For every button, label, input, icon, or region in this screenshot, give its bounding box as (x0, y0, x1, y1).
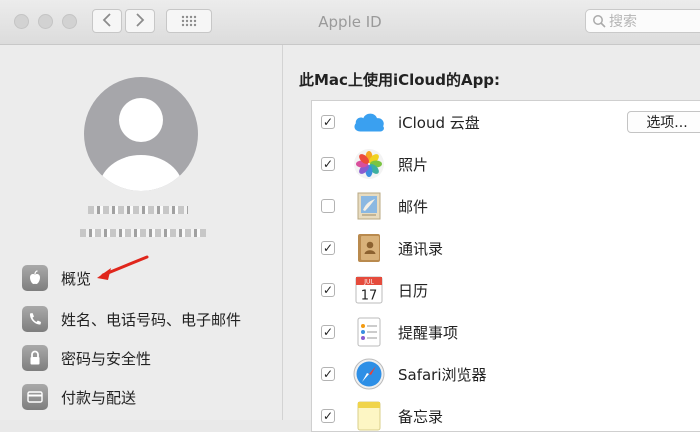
title-bar: Apple ID 搜索 (0, 0, 700, 45)
list-item-notes: ✓ 备忘录 (312, 395, 700, 431)
checkbox-contacts[interactable]: ✓ (321, 241, 335, 255)
list-item-icloud-drive: ✓ iCloud 云盘 选项... (312, 101, 700, 143)
sidebar-item-contact-info[interactable]: 姓名、电话号码、电子邮件 (22, 303, 241, 335)
sidebar-item-label: 姓名、电话号码、电子邮件 (61, 310, 242, 329)
list-item-mail: 邮件 (312, 185, 700, 227)
list-item-safari: ✓ Safari浏览器 (312, 353, 700, 395)
contacts-icon (352, 231, 386, 265)
checkbox-photos[interactable]: ✓ (321, 157, 335, 171)
notes-icon (352, 399, 386, 431)
redacted-email (80, 229, 206, 237)
sidebar-item-label: 密码与安全性 (61, 349, 152, 368)
apple-icon (22, 265, 48, 291)
app-label: 提醒事项 (398, 323, 459, 342)
app-label: iCloud 云盘 (398, 113, 480, 132)
app-label: 日历 (398, 281, 429, 300)
sidebar-item-password-security[interactable]: 密码与安全性 (22, 342, 151, 374)
calendar-icon-day: 17 (361, 289, 378, 304)
sidebar-item-label: 概览 (61, 269, 92, 288)
search-icon (592, 14, 606, 28)
redacted-name (88, 206, 188, 214)
main-panel: 此Mac上使用iCloud的App: ✓ iCloud 云盘 选项... ✓ 照… (283, 45, 700, 432)
person-silhouette-icon (99, 98, 183, 191)
phone-icon (22, 306, 48, 332)
avatar[interactable] (84, 77, 198, 191)
options-button[interactable]: 选项... (627, 111, 700, 133)
checkbox-safari[interactable]: ✓ (321, 367, 335, 381)
list-item-photos: ✓ 照片 (312, 143, 700, 185)
calendar-icon: JUL 17 (352, 273, 386, 307)
app-label: 备忘录 (398, 407, 444, 426)
lock-icon (22, 345, 48, 371)
app-label: Safari浏览器 (398, 365, 487, 384)
app-label: 照片 (398, 155, 429, 174)
search-placeholder: 搜索 (609, 14, 637, 30)
safari-icon (352, 357, 386, 391)
list-item-reminders: ✓ 提醒事项 (312, 311, 700, 353)
checkbox-notes[interactable]: ✓ (321, 409, 335, 423)
app-label: 邮件 (398, 197, 429, 216)
photos-icon (352, 147, 386, 181)
list-item-contacts: ✓ 通讯录 (312, 227, 700, 269)
icloud-drive-icon (352, 105, 386, 139)
reminders-icon (352, 315, 386, 349)
list-item-calendar: ✓ JUL 17 日历 (312, 269, 700, 311)
sidebar-item-overview[interactable]: 概览 (22, 262, 91, 294)
search-input[interactable]: 搜索 (585, 9, 700, 33)
card-icon (22, 384, 48, 410)
checkbox-mail[interactable] (321, 199, 335, 213)
calendar-icon-month: JUL (363, 279, 374, 286)
checkbox-icloud-drive[interactable]: ✓ (321, 115, 335, 129)
app-list: ✓ iCloud 云盘 选项... ✓ 照片 邮件 ✓ 通讯录 ✓ JUL 17… (311, 100, 700, 432)
checkbox-calendar[interactable]: ✓ (321, 283, 335, 297)
mail-icon (352, 189, 386, 223)
sidebar-item-label: 付款与配送 (61, 388, 137, 407)
app-label: 通讯录 (398, 239, 444, 258)
checkbox-reminders[interactable]: ✓ (321, 325, 335, 339)
annotation-arrow-icon (97, 255, 149, 280)
section-title: 此Mac上使用iCloud的App: (299, 71, 501, 89)
sidebar-item-payment-shipping[interactable]: 付款与配送 (22, 381, 136, 413)
sidebar: 概览 姓名、电话号码、电子邮件 密码与安全性 付款与配送 (0, 45, 283, 420)
